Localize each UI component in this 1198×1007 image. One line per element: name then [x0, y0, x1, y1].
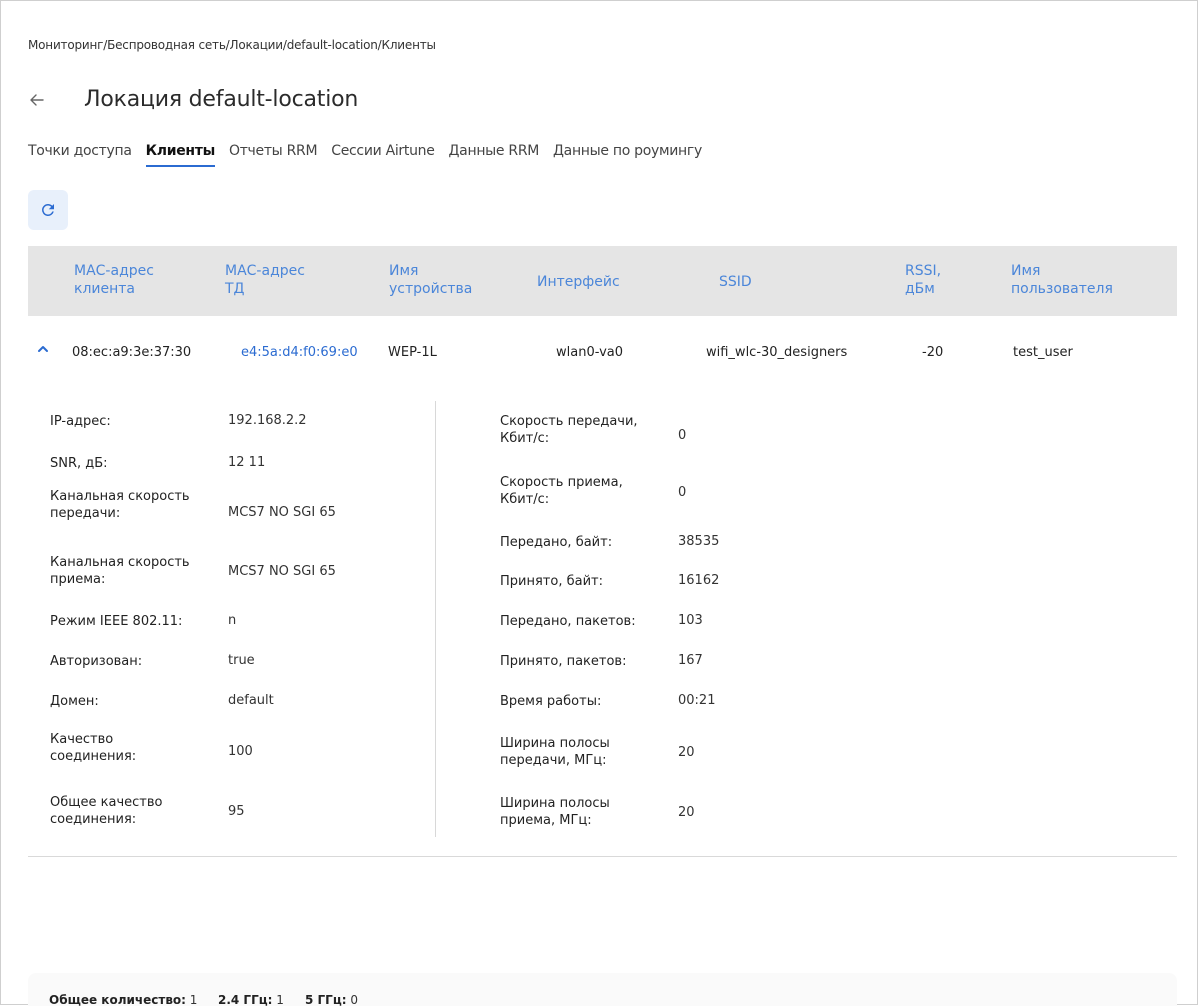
col-mac-ap-line1: МАС-адрес — [225, 263, 305, 279]
col-mac-ap[interactable]: МАС-адрес ТД — [225, 262, 305, 298]
page-title: Локация default-location — [84, 87, 359, 112]
tab-airtune-sessions[interactable]: Сессии Airtune — [331, 143, 435, 167]
col-username-line1: Имя — [1011, 263, 1041, 279]
col-interface[interactable]: Интерфейс — [537, 273, 620, 291]
detail-label-link-quality: Качество соединения: — [50, 731, 136, 765]
detail-label-link-quality-line2: соединения: — [50, 749, 137, 764]
col-mac-ap-line2: ТД — [225, 281, 245, 297]
col-mac-client-line1: МАС-адрес — [74, 263, 154, 279]
title-row: Локация default-location — [28, 87, 358, 112]
cell-mac-ap-link[interactable]: e4:5a:d4:f0:69:e0 — [241, 345, 358, 360]
arrow-left-icon — [30, 93, 44, 106]
col-rssi-line1: RSSI, — [905, 263, 942, 279]
tab-rrm-data[interactable]: Данные RRM — [449, 143, 540, 167]
detail-label-rx-packets: Принято, пакетов: — [500, 654, 627, 669]
detail-label-overall-quality-line1: Общее качество — [50, 795, 163, 810]
collapse-row-button[interactable] — [36, 342, 50, 356]
detail-label-domain: Домен: — [50, 694, 99, 709]
detail-label-rx-speed-line1: Скорость приема, — [500, 475, 623, 490]
col-device-name-line1: Имя — [389, 263, 419, 279]
col-rssi[interactable]: RSSI, дБм — [905, 262, 941, 298]
detail-value-rx-bandwidth: 20 — [678, 805, 695, 820]
detail-value-rx-bytes: 16162 — [678, 573, 720, 588]
col-device-name[interactable]: Имя устройства — [389, 262, 472, 298]
detail-label-tx-rate-line1: Канальная скорость — [50, 489, 190, 504]
tab-rrm-reports[interactable]: Отчеты RRM — [229, 143, 318, 167]
detail-label-rx-speed: Скорость приема, Кбит/с: — [500, 474, 623, 508]
detail-value-uptime: 00:21 — [678, 693, 716, 708]
tab-clients[interactable]: Клиенты — [145, 143, 215, 167]
col-rssi-line2: дБм — [905, 281, 935, 297]
detail-value-rx-speed: 0 — [678, 485, 687, 500]
detail-label-rx-rate-line1: Канальная скорость — [50, 555, 190, 570]
cell-device-name: WEP-1L — [388, 345, 437, 360]
detail-label-rx-bandwidth-line2: приема, МГц: — [500, 813, 592, 828]
col-mac-client[interactable]: МАС-адрес клиента — [74, 262, 154, 298]
client-details-panel: IP-адрес: 192.168.2.2 SNR, дБ: 12 11 Кан… — [28, 399, 1177, 859]
detail-value-rx-rate: MCS7 NO SGI 65 — [228, 564, 336, 579]
detail-label-authorized: Авторизован: — [50, 654, 143, 669]
detail-label-rx-bytes: Принято, байт: — [500, 574, 603, 589]
tab-access-points[interactable]: Точки доступа — [28, 143, 132, 167]
detail-label-tx-speed-line1: Скорость передачи, — [500, 414, 638, 429]
table-row[interactable]: 08:ec:a9:3e:37:30 e4:5a:d4:f0:69:e0 WEP-… — [28, 336, 1177, 376]
detail-label-tx-speed: Скорость передачи, Кбит/с: — [500, 413, 638, 447]
page: Мониторинг/Беспроводная сеть/Локации/def… — [1, 1, 1198, 1007]
tabs: Точки доступа Клиенты Отчеты RRM Сессии … — [28, 143, 716, 167]
detail-value-link-quality: 100 — [228, 744, 253, 759]
detail-label-ieee-mode: Режим IEEE 802.11: — [50, 614, 183, 629]
cell-mac-client: 08:ec:a9:3e:37:30 — [72, 345, 192, 360]
detail-label-uptime: Время работы: — [500, 694, 602, 709]
detail-value-tx-rate: MCS7 NO SGI 65 — [228, 505, 336, 520]
detail-label-tx-rate: Канальная скорость передачи: — [50, 488, 190, 522]
detail-value-authorized: true — [228, 653, 255, 668]
detail-label-overall-quality-line2: соединения: — [50, 812, 137, 827]
detail-value-ieee-mode: n — [228, 613, 237, 628]
detail-value-domain: default — [228, 693, 274, 708]
back-button[interactable] — [28, 91, 46, 109]
detail-value-ip: 192.168.2.2 — [228, 413, 307, 428]
detail-label-rx-rate-line2: приема: — [50, 572, 106, 587]
detail-value-tx-packets: 103 — [678, 613, 703, 628]
details-divider — [435, 401, 436, 837]
detail-label-tx-bytes: Передано, байт: — [500, 535, 613, 550]
detail-value-tx-bandwidth: 20 — [678, 745, 695, 760]
detail-value-rx-packets: 167 — [678, 653, 703, 668]
detail-label-link-quality-line1: Качество — [50, 732, 114, 747]
detail-value-overall-quality: 95 — [228, 804, 245, 819]
summary-footer: Общее количество: 1 2.4 ГГц: 1 5 ГГц: 0 — [28, 973, 1177, 1007]
col-device-name-line2: устройства — [389, 281, 473, 297]
col-username[interactable]: Имя пользователя — [1011, 262, 1113, 298]
detail-label-tx-bandwidth: Ширина полосы передачи, МГц: — [500, 735, 610, 769]
cell-username: test_user — [1013, 345, 1073, 360]
detail-label-rx-bandwidth-line1: Ширина полосы — [500, 796, 610, 811]
refresh-button[interactable] — [28, 190, 68, 230]
table-header: МАС-адрес клиента МАС-адрес ТД Имя устро… — [28, 246, 1177, 316]
cell-ssid: wifi_wlc-30_designers — [706, 345, 848, 360]
section-divider — [28, 856, 1177, 857]
refresh-icon — [42, 204, 54, 216]
tab-roaming-data[interactable]: Данные по роумингу — [553, 143, 702, 167]
detail-label-tx-speed-line2: Кбит/с: — [500, 431, 550, 446]
detail-label-tx-packets: Передано, пакетов: — [500, 614, 636, 629]
detail-label-overall-quality: Общее качество соединения: — [50, 794, 162, 828]
col-ssid[interactable]: SSID — [719, 273, 752, 291]
detail-label-ip: IP-адрес: — [50, 414, 111, 429]
detail-label-tx-bandwidth-line1: Ширина полосы — [500, 736, 610, 751]
chevron-up-icon — [38, 346, 48, 352]
detail-label-tx-rate-line2: передачи: — [50, 506, 121, 521]
cell-rssi: -20 — [922, 345, 944, 360]
detail-label-tx-bandwidth-line2: передачи, МГц: — [500, 753, 607, 768]
detail-value-tx-speed: 0 — [678, 428, 687, 443]
detail-label-snr: SNR, дБ: — [50, 456, 108, 471]
cell-interface: wlan0-va0 — [556, 345, 623, 360]
detail-label-rx-bandwidth: Ширина полосы приема, МГц: — [500, 795, 610, 829]
detail-label-rx-speed-line2: Кбит/с: — [500, 492, 550, 507]
detail-value-tx-bytes: 38535 — [678, 534, 720, 549]
breadcrumb[interactable]: Мониторинг/Беспроводная сеть/Локации/def… — [28, 38, 436, 52]
col-username-line2: пользователя — [1011, 281, 1113, 297]
detail-label-rx-rate: Канальная скорость приема: — [50, 554, 190, 588]
col-mac-client-line2: клиента — [74, 281, 136, 297]
detail-value-snr: 12 11 — [228, 455, 266, 470]
